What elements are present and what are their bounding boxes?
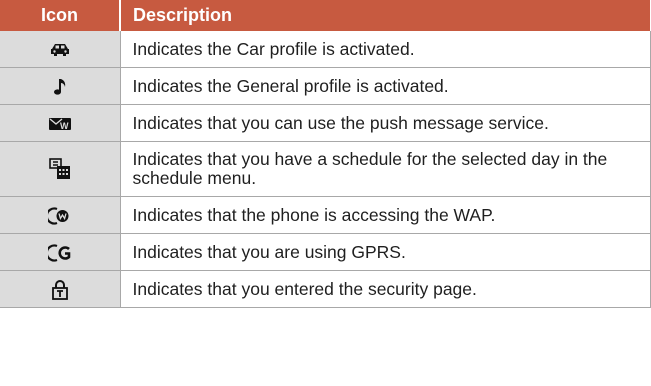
wap-icon [47, 207, 72, 225]
car-icon [50, 43, 70, 57]
icon-cell [0, 196, 121, 234]
table-row: Indicates that you are using GPRS. [0, 233, 651, 271]
table-row: Indicates that the phone is accessing th… [0, 196, 651, 234]
header-description-column: Description [120, 0, 650, 31]
table-row: Indicates the Car profile is activated. [0, 31, 651, 68]
description-cell: Indicates the General profile is activat… [120, 67, 651, 105]
header-icon-column: Icon [0, 0, 121, 31]
description-cell: Indicates that you have a schedule for t… [120, 141, 651, 197]
schedule-icon [48, 158, 71, 180]
svg-text:W: W [60, 121, 69, 131]
description-cell: Indicates the Car profile is activated. [120, 31, 651, 68]
table-row: Indicates that you have a schedule for t… [0, 141, 651, 197]
icon-cell [0, 31, 121, 68]
description-cell: Indicates that you are using GPRS. [120, 233, 651, 271]
icon-cell: W [0, 104, 121, 142]
table-row: Indicates that you entered the security … [0, 270, 651, 308]
push-message-icon: W [48, 116, 72, 132]
table-row: W Indicates that you can use the push me… [0, 104, 651, 142]
icon-cell [0, 141, 121, 197]
description-cell: Indicates that the phone is accessing th… [120, 196, 651, 234]
icon-cell [0, 233, 121, 271]
description-cell: Indicates that you entered the security … [120, 270, 651, 308]
table-row: Indicates the General profile is activat… [0, 67, 651, 105]
icon-description-table: Icon Description Indicates the Car profi… [0, 0, 651, 308]
security-lock-icon [51, 279, 69, 300]
description-cell: Indicates that you can use the push mess… [120, 104, 651, 142]
table-header-row: Icon Description [0, 0, 650, 31]
icon-cell [0, 270, 121, 308]
icon-cell [0, 67, 121, 105]
music-note-icon [53, 78, 67, 96]
gprs-icon [47, 244, 72, 262]
